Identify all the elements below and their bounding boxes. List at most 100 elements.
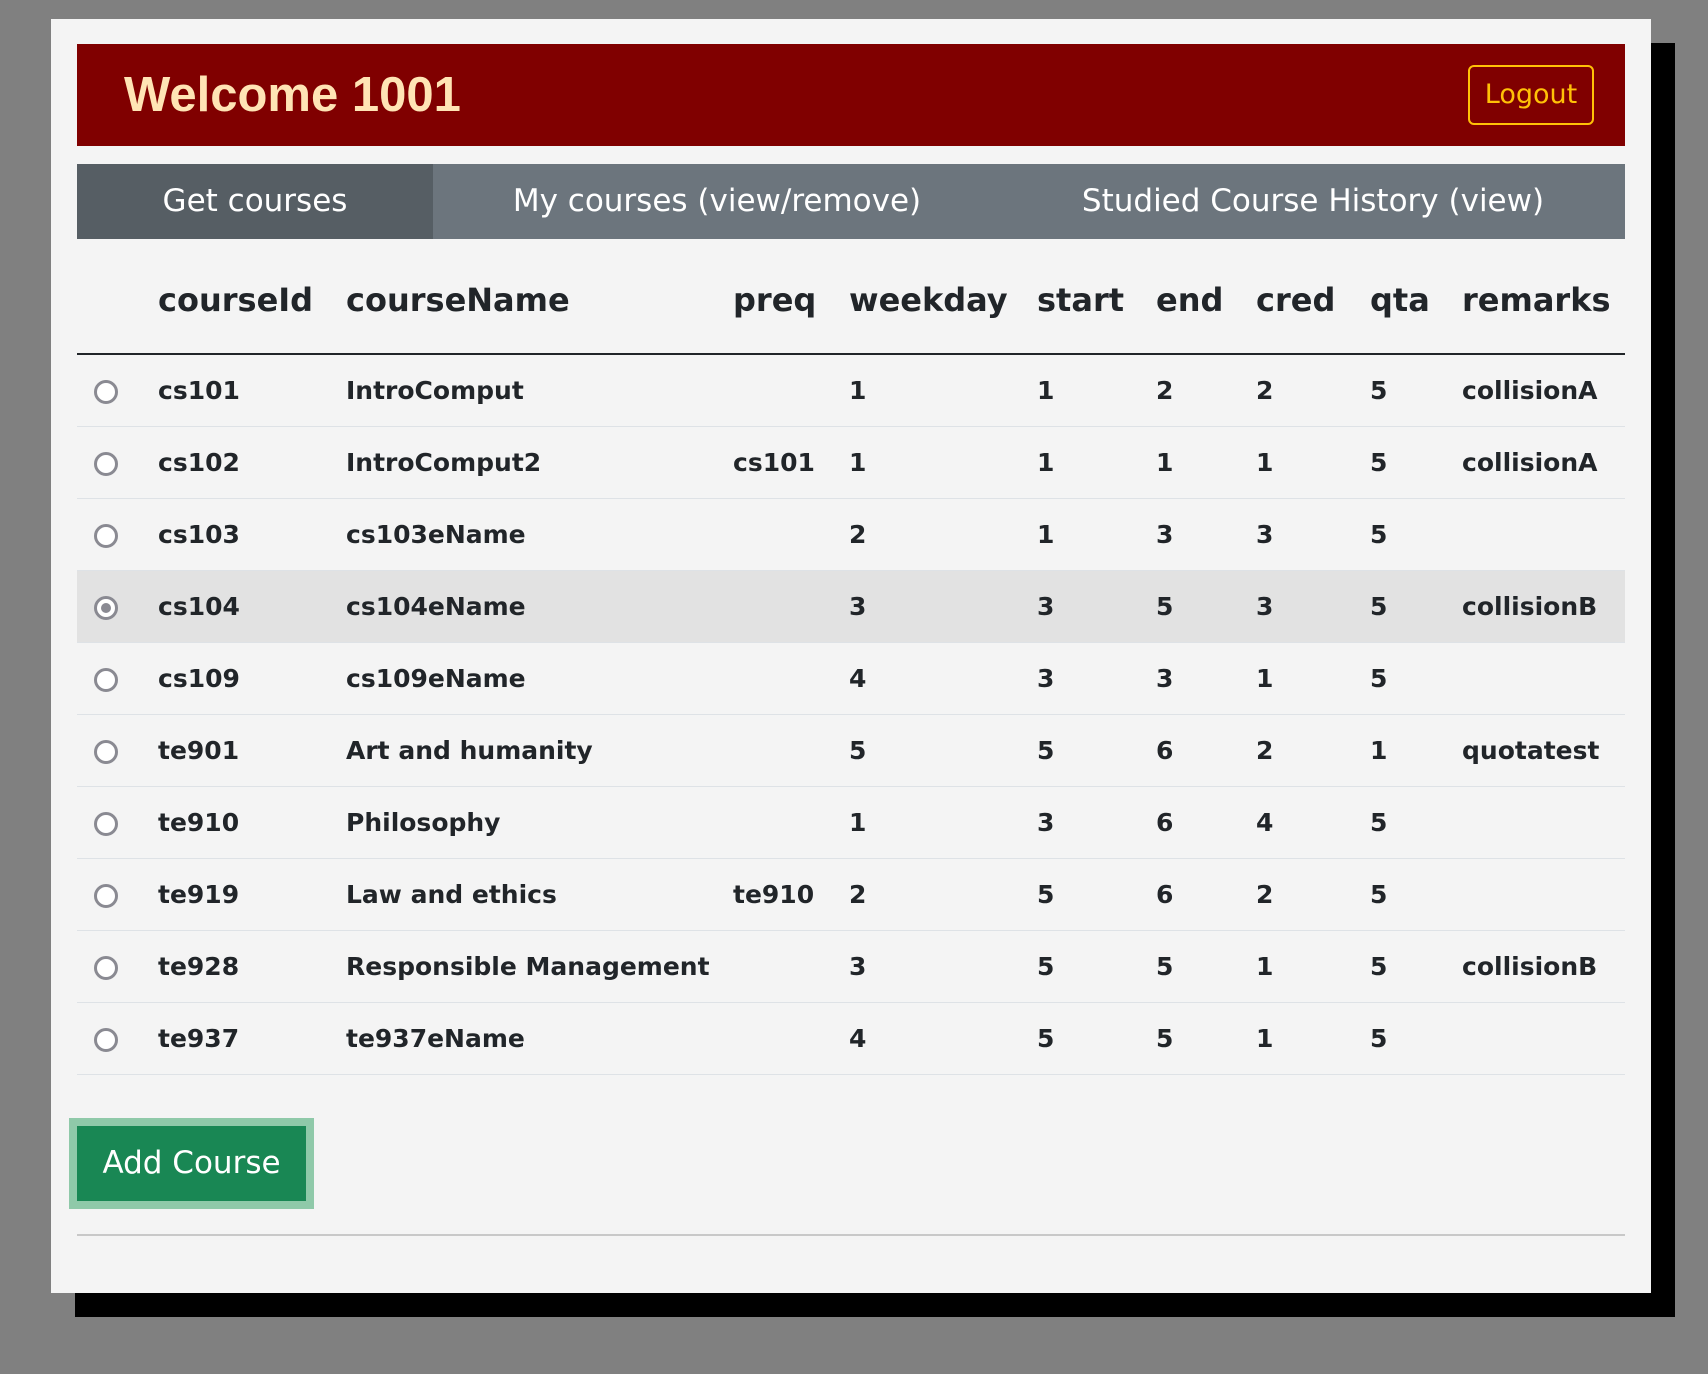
table-row[interactable]: cs102 IntroComput2 cs101 1 1 1 1 5 collisionA [77, 426, 1625, 499]
cell-end: 5 [1156, 570, 1256, 643]
row-select-cell [77, 858, 158, 931]
cell-remarks: collisionA [1462, 426, 1625, 499]
table-row[interactable]: te928 Responsible Management 3 5 5 1 5 collisio… [77, 930, 1625, 1003]
tab-get-courses[interactable]: Get courses [77, 164, 433, 239]
cell-qta: 5 [1370, 858, 1462, 931]
cell-qta: 5 [1370, 498, 1462, 571]
course-radio[interactable] [94, 451, 118, 476]
cell-cred: 2 [1256, 858, 1370, 931]
cell-qta: 5 [1370, 354, 1462, 427]
cell-remarks: collisionB [1462, 930, 1625, 1003]
table-row[interactable]: cs101 IntroComput 1 1 2 2 5 collisionA [77, 354, 1625, 427]
table-row[interactable]: cs109 cs109eName 4 3 3 1 5 [77, 642, 1625, 715]
page-title: Welcome 1001 [124, 68, 461, 122]
row-select-cell [77, 498, 158, 571]
cell-courseid: te910 [158, 786, 346, 859]
column-header-qta: qta [1370, 247, 1462, 355]
tab-course-history[interactable]: Studied Course History (view) [1001, 164, 1625, 239]
table-row[interactable]: te919 Law and ethics te910 2 5 6 2 5 [77, 858, 1625, 931]
cell-weekday: 2 [849, 858, 1037, 931]
logout-button[interactable]: Logout [1468, 65, 1594, 125]
tab-my-courses[interactable]: My courses (view/remove) [433, 164, 1001, 239]
cell-courseid: cs102 [158, 426, 346, 499]
cell-courseid: cs103 [158, 498, 346, 571]
cell-start: 3 [1037, 786, 1156, 859]
cell-end: 1 [1156, 426, 1256, 499]
cell-preq: cs101 [733, 426, 849, 499]
cell-coursename: IntroComput [346, 354, 733, 427]
cell-coursename: cs109eName [346, 642, 733, 715]
cell-remarks: collisionA [1462, 354, 1625, 427]
cell-start: 1 [1037, 426, 1156, 499]
cell-qta: 5 [1370, 642, 1462, 715]
cell-preq [733, 930, 849, 1003]
cell-weekday: 4 [849, 1002, 1037, 1075]
cell-courseid: te901 [158, 714, 346, 787]
cell-end: 5 [1156, 930, 1256, 1003]
nav-tabs: Get courses My courses (view/remove) Stu… [77, 164, 1625, 239]
cell-coursename: cs104eName [346, 570, 733, 643]
cell-remarks: quotatest [1462, 714, 1625, 787]
cell-courseid: cs109 [158, 642, 346, 715]
course-radio[interactable] [94, 883, 118, 908]
cell-start: 3 [1037, 642, 1156, 715]
cell-courseid: te937 [158, 1002, 346, 1075]
cell-courseid: cs101 [158, 354, 346, 427]
column-header-preq: preq [733, 247, 849, 355]
column-header-start: start [1037, 247, 1156, 355]
column-header-cred: cred [1256, 247, 1370, 355]
cell-preq [733, 642, 849, 715]
course-radio[interactable] [94, 1027, 118, 1052]
column-header-coursename: courseName [346, 247, 733, 355]
cell-courseid: te928 [158, 930, 346, 1003]
header-bar: Welcome 1001 Logout [77, 44, 1625, 146]
cell-start: 1 [1037, 498, 1156, 571]
cell-preq: te910 [733, 858, 849, 931]
table-header: courseId courseName preq weekday start e… [77, 247, 1625, 355]
table-row[interactable]: te910 Philosophy 1 3 6 4 5 [77, 786, 1625, 859]
cell-coursename: Law and ethics [346, 858, 733, 931]
cell-end: 3 [1156, 498, 1256, 571]
cell-coursename: Philosophy [346, 786, 733, 859]
cell-remarks [1462, 498, 1625, 571]
cell-qta: 5 [1370, 1002, 1462, 1075]
table-row[interactable]: cs103 cs103eName 2 1 3 3 5 [77, 498, 1625, 571]
course-radio[interactable] [94, 811, 118, 836]
cell-cred: 1 [1256, 1002, 1370, 1075]
course-radio[interactable] [94, 379, 118, 404]
cell-cred: 3 [1256, 498, 1370, 571]
cell-start: 5 [1037, 714, 1156, 787]
cell-coursename: Responsible Management [346, 930, 733, 1003]
cell-cred: 2 [1256, 714, 1370, 787]
course-radio[interactable] [94, 739, 118, 764]
cell-qta: 5 [1370, 570, 1462, 643]
column-header-end: end [1156, 247, 1256, 355]
cell-preq [733, 354, 849, 427]
cell-weekday: 1 [849, 786, 1037, 859]
cell-cred: 2 [1256, 354, 1370, 427]
row-select-cell [77, 426, 158, 499]
cell-qta: 5 [1370, 426, 1462, 499]
cell-cred: 3 [1256, 570, 1370, 643]
cell-end: 6 [1156, 786, 1256, 859]
column-header-weekday: weekday [849, 247, 1037, 355]
course-radio[interactable] [94, 955, 118, 980]
table-row[interactable]: cs104 cs104eName 3 3 5 3 5 collisionB [77, 570, 1625, 643]
cell-start: 5 [1037, 930, 1156, 1003]
course-radio[interactable] [94, 667, 118, 692]
row-select-cell [77, 570, 158, 643]
cell-cred: 1 [1256, 426, 1370, 499]
course-radio[interactable] [94, 523, 118, 548]
row-select-cell [77, 1002, 158, 1075]
divider [77, 1234, 1625, 1236]
cell-cred: 4 [1256, 786, 1370, 859]
table-row[interactable]: te901 Art and humanity 5 5 6 2 1 quotatest [77, 714, 1625, 787]
cell-weekday: 5 [849, 714, 1037, 787]
add-course-button[interactable]: Add Course [77, 1126, 306, 1201]
cell-end: 3 [1156, 642, 1256, 715]
table-row[interactable]: te937 te937eName 4 5 5 1 5 [77, 1002, 1625, 1075]
cell-qta: 1 [1370, 714, 1462, 787]
cell-remarks [1462, 858, 1625, 931]
cell-weekday: 1 [849, 354, 1037, 427]
course-radio[interactable] [94, 595, 118, 620]
